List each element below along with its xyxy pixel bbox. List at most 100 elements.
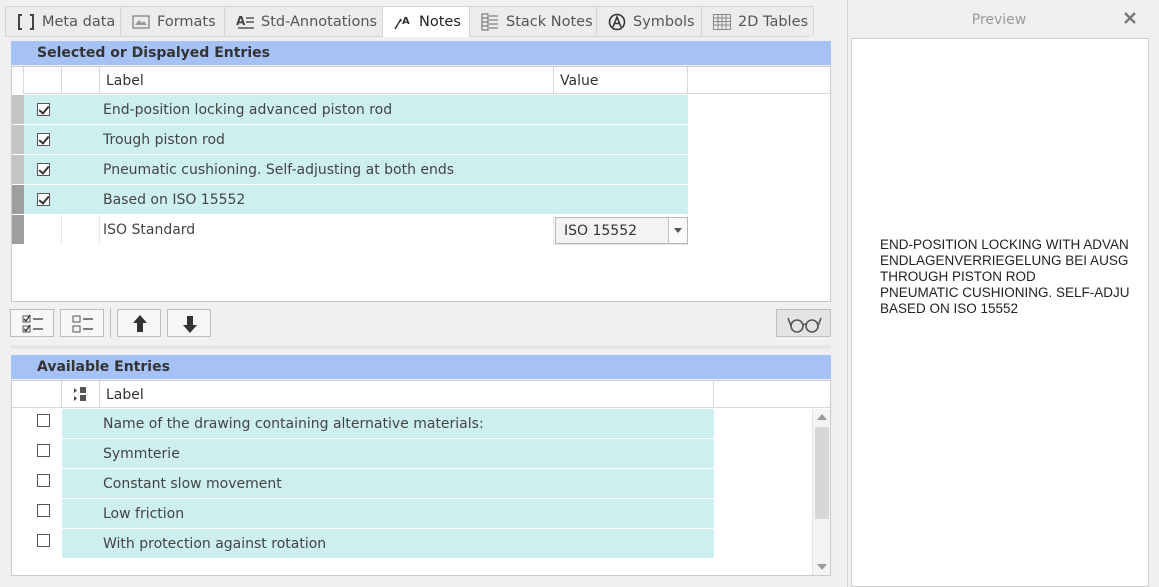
deselect-all-button[interactable] bbox=[60, 309, 104, 337]
row-check-cell bbox=[12, 409, 62, 439]
scroll-thumb[interactable] bbox=[815, 427, 829, 519]
row-blank-cell bbox=[62, 95, 100, 125]
row-label: Pneumatic cushioning. Self-adjusting at … bbox=[100, 155, 554, 185]
available-entries-table: Label Name of the drawing containing alt… bbox=[11, 380, 831, 576]
row-check-cell bbox=[24, 125, 62, 155]
row-check-cell bbox=[12, 529, 62, 559]
vertical-scrollbar[interactable] bbox=[812, 409, 830, 575]
preview-canvas: END-POSITION LOCKING WITH ADVAN ENDLAGEN… bbox=[851, 38, 1149, 587]
tab-label: Meta data bbox=[42, 13, 116, 30]
tab-formats[interactable]: Formats bbox=[120, 6, 225, 36]
glasses-icon bbox=[787, 317, 822, 333]
table-row[interactable]: Trough piston rod bbox=[12, 125, 688, 155]
row-checkbox[interactable] bbox=[37, 534, 50, 547]
row-checkbox[interactable] bbox=[37, 133, 50, 146]
row-handle[interactable] bbox=[12, 95, 24, 125]
row-handle[interactable] bbox=[12, 215, 24, 245]
move-up-button[interactable] bbox=[117, 309, 161, 337]
list-item[interactable]: Symmterie bbox=[12, 439, 714, 469]
row-label: Constant slow movement bbox=[100, 469, 714, 499]
list-item[interactable]: Constant slow movement bbox=[12, 469, 714, 499]
tab-notes[interactable]: A Notes bbox=[382, 6, 470, 37]
entries-panel: Meta data Formats A Std-Annotations A No… bbox=[0, 0, 848, 587]
scroll-up-icon[interactable] bbox=[817, 414, 827, 420]
tab-bar: Meta data Formats A Std-Annotations A No… bbox=[5, 6, 814, 37]
row-checkbox[interactable] bbox=[37, 414, 50, 427]
row-label: With protection against rotation bbox=[100, 529, 714, 559]
table-row[interactable]: End-position locking advanced piston rod bbox=[12, 95, 688, 125]
scroll-down-icon[interactable] bbox=[817, 564, 827, 570]
tab-label: Stack Notes bbox=[506, 13, 593, 30]
row-handle[interactable] bbox=[12, 125, 24, 155]
row-value bbox=[554, 155, 688, 185]
column-header-label[interactable]: Label bbox=[100, 67, 554, 94]
tab-meta-data[interactable]: Meta data bbox=[5, 6, 121, 36]
annotation-icon: A bbox=[235, 13, 255, 31]
table-row[interactable]: Pneumatic cushioning. Self-adjusting at … bbox=[12, 155, 688, 185]
tab-stack-notes[interactable]: Stack Notes bbox=[469, 6, 597, 36]
row-check-cell bbox=[12, 469, 62, 499]
header-tree-cell[interactable] bbox=[62, 381, 100, 408]
row-check-cell bbox=[24, 215, 62, 245]
preview-toggle-button[interactable] bbox=[776, 309, 831, 337]
column-header-label[interactable]: Label bbox=[100, 381, 714, 408]
row-checkbox[interactable] bbox=[37, 163, 50, 176]
row-blank-cell bbox=[62, 185, 100, 215]
preview-panel: Preview END-POSITION LOCKING WITH ADVAN … bbox=[849, 0, 1159, 587]
preview-title: Preview bbox=[971, 12, 1027, 28]
row-check-cell bbox=[12, 499, 62, 529]
select-all-button[interactable] bbox=[10, 309, 54, 337]
preview-line: BASED ON ISO 15552 bbox=[880, 301, 1019, 316]
row-check-cell bbox=[24, 95, 62, 125]
formats-icon bbox=[131, 13, 151, 31]
row-check-cell bbox=[12, 439, 62, 469]
row-blank-cell bbox=[62, 125, 100, 155]
row-handle[interactable] bbox=[12, 185, 24, 215]
list-item[interactable]: Name of the drawing containing alternati… bbox=[12, 409, 714, 439]
row-blank-cell bbox=[62, 409, 100, 439]
unchecked-list-icon bbox=[72, 315, 93, 333]
tab-std-annotations[interactable]: A Std-Annotations bbox=[224, 6, 383, 36]
row-blank-cell bbox=[62, 215, 100, 245]
row-blank-cell bbox=[62, 155, 100, 185]
row-check-cell bbox=[24, 155, 62, 185]
tab-2d-tables[interactable]: 2D Tables bbox=[701, 6, 814, 36]
row-label: Symmterie bbox=[100, 439, 714, 469]
row-blank-cell bbox=[62, 469, 100, 499]
row-label: Trough piston rod bbox=[100, 125, 554, 155]
toolbar-separator bbox=[110, 308, 111, 338]
section-divider bbox=[11, 345, 831, 349]
preview-line: PNEUMATIC CUSHIONING. SELF-ADJU bbox=[880, 285, 1130, 300]
svg-text:A: A bbox=[236, 14, 246, 28]
row-label: End-position locking advanced piston rod bbox=[100, 95, 554, 125]
table-row-iso-standard[interactable]: ISO Standard ISO 15552 bbox=[12, 215, 688, 245]
list-item[interactable]: With protection against rotation bbox=[12, 529, 714, 559]
row-checkbox[interactable] bbox=[37, 103, 50, 116]
arrow-down-icon bbox=[183, 316, 197, 333]
selected-entries-header: Selected or Dispalyed Entries bbox=[11, 41, 831, 65]
table-row[interactable]: Based on ISO 15552 bbox=[12, 185, 688, 215]
row-handle[interactable] bbox=[12, 155, 24, 185]
move-down-button[interactable] bbox=[167, 309, 211, 337]
row-label: Based on ISO 15552 bbox=[100, 185, 554, 215]
preview-line: ENDLAGENVERRIEGELUNG BEI AUSG bbox=[880, 253, 1129, 268]
checklist-icon bbox=[22, 314, 43, 333]
row-checkbox[interactable] bbox=[37, 444, 50, 457]
row-checkbox[interactable] bbox=[37, 504, 50, 517]
list-item[interactable]: Low friction bbox=[12, 499, 714, 529]
row-blank-cell bbox=[62, 529, 100, 559]
table-header: Label bbox=[12, 381, 830, 408]
tab-label: 2D Tables bbox=[738, 13, 809, 30]
selected-entries-table: Label Value End-position locking advance… bbox=[11, 66, 831, 302]
chevron-down-icon[interactable] bbox=[668, 218, 687, 243]
tab-symbols[interactable]: Symbols bbox=[596, 6, 702, 36]
column-header-value[interactable]: Value bbox=[554, 67, 688, 94]
symbols-icon bbox=[607, 13, 627, 31]
row-checkbox[interactable] bbox=[37, 193, 50, 206]
tab-label: Symbols bbox=[633, 13, 695, 30]
header-blank-cell bbox=[62, 67, 100, 94]
close-icon[interactable] bbox=[1122, 9, 1138, 27]
tab-label: Notes bbox=[419, 14, 461, 30]
iso-standard-dropdown[interactable]: ISO 15552 bbox=[555, 217, 688, 244]
row-checkbox[interactable] bbox=[37, 474, 50, 487]
